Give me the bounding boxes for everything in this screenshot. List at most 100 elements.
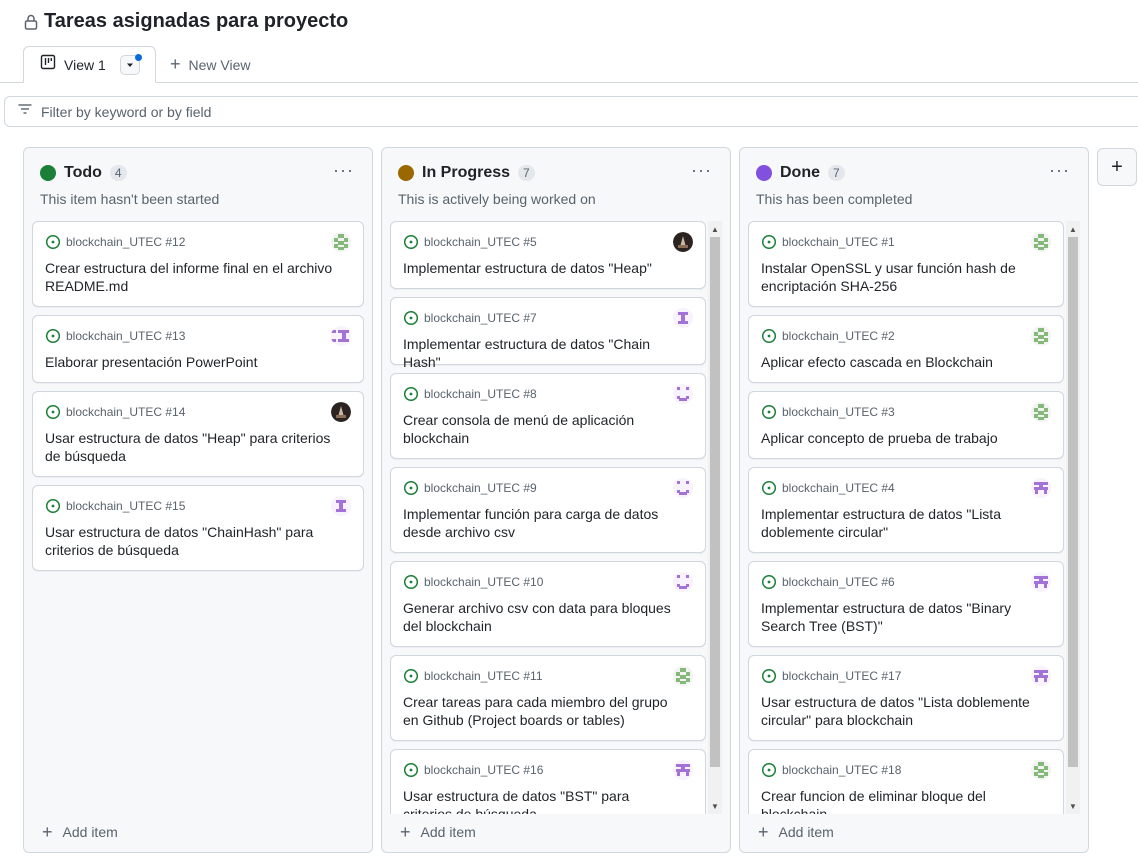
issue-title[interactable]: Usar estructura de datos "ChainHash" par… <box>45 523 339 559</box>
card-meta: blockchain_UTEC #9 <box>403 480 537 496</box>
issue-reference[interactable]: blockchain_UTEC #1 <box>782 235 895 249</box>
issue-card[interactable]: blockchain_UTEC #4 Implementar estructura… <box>748 467 1064 553</box>
assignee-avatar[interactable] <box>331 232 351 252</box>
issue-card[interactable]: blockchain_UTEC #11 Crear tareas para cad… <box>390 655 706 741</box>
issue-reference[interactable]: blockchain_UTEC #8 <box>424 387 537 401</box>
issue-title[interactable]: Instalar OpenSSL y usar función hash de … <box>761 259 1039 295</box>
issue-card[interactable]: blockchain_UTEC #12 Crear estructura del … <box>32 221 364 307</box>
issue-card[interactable]: blockchain_UTEC #16 Usar estructura de da… <box>390 749 706 814</box>
issue-opened-icon <box>45 498 61 514</box>
add-item-label: Add item <box>420 824 476 840</box>
filter-input[interactable] <box>41 103 641 120</box>
assignee-avatar[interactable] <box>673 308 693 328</box>
issue-reference[interactable]: blockchain_UTEC #3 <box>782 405 895 419</box>
issue-reference[interactable]: blockchain_UTEC #12 <box>66 235 185 249</box>
new-view-button[interactable]: + New View <box>170 46 251 83</box>
issue-title[interactable]: Crear funcion de eliminar bloque del blo… <box>761 787 1039 814</box>
issue-reference[interactable]: blockchain_UTEC #10 <box>424 575 543 589</box>
issue-reference[interactable]: blockchain_UTEC #7 <box>424 311 537 325</box>
issue-reference[interactable]: blockchain_UTEC #2 <box>782 329 895 343</box>
issue-reference[interactable]: blockchain_UTEC #18 <box>782 763 901 777</box>
assignee-avatar[interactable] <box>673 232 693 252</box>
card-list-scrollbar[interactable]: ▲ ▼ <box>1066 221 1080 814</box>
assignee-avatar[interactable] <box>331 402 351 422</box>
issue-reference[interactable]: blockchain_UTEC #9 <box>424 481 537 495</box>
issue-card[interactable]: blockchain_UTEC #6 Implementar estructura… <box>748 561 1064 647</box>
issue-reference[interactable]: blockchain_UTEC #6 <box>782 575 895 589</box>
issue-card[interactable]: blockchain_UTEC #9 Implementar función pa… <box>390 467 706 553</box>
issue-title[interactable]: Elaborar presentación PowerPoint <box>45 353 339 371</box>
add-item-button[interactable]: + Add item <box>400 823 476 841</box>
issue-reference[interactable]: blockchain_UTEC #5 <box>424 235 537 249</box>
issue-title[interactable]: Implementar función para carga de datos … <box>403 505 681 541</box>
scroll-up-arrow-icon[interactable]: ▲ <box>708 223 722 235</box>
assignee-avatar[interactable] <box>331 326 351 346</box>
issue-title[interactable]: Crear tareas para cada miembro del grupo… <box>403 693 681 729</box>
issue-title[interactable]: Generar archivo csv con data para bloque… <box>403 599 681 635</box>
issue-card[interactable]: blockchain_UTEC #15 Usar estructura de da… <box>32 485 364 571</box>
issue-title[interactable]: Implementar estructura de datos "Binary … <box>761 599 1039 635</box>
assignee-avatar[interactable] <box>1031 402 1051 422</box>
scroll-down-arrow-icon[interactable]: ▼ <box>1066 800 1080 812</box>
column-menu-button[interactable]: ··· <box>1049 160 1070 181</box>
tab-view-1[interactable]: View 1 <box>23 46 156 83</box>
scrollbar-thumb[interactable] <box>1068 237 1078 767</box>
issue-reference[interactable]: blockchain_UTEC #11 <box>424 669 543 683</box>
scroll-up-arrow-icon[interactable]: ▲ <box>1066 223 1080 235</box>
card-list: blockchain_UTEC #1 Instalar OpenSSL y usa… <box>748 221 1064 814</box>
assignee-avatar[interactable] <box>673 572 693 592</box>
assignee-avatar[interactable] <box>1031 478 1051 498</box>
add-item-button[interactable]: + Add item <box>42 823 118 841</box>
assignee-avatar[interactable] <box>1031 326 1051 346</box>
issue-card[interactable]: blockchain_UTEC #8 Crear consola de menú … <box>390 373 706 459</box>
issue-reference[interactable]: blockchain_UTEC #16 <box>424 763 543 777</box>
issue-reference[interactable]: blockchain_UTEC #15 <box>66 499 185 513</box>
add-column-button[interactable]: + <box>1097 148 1137 186</box>
issue-title[interactable]: Implementar estructura de datos "Heap" <box>403 259 681 277</box>
assignee-avatar[interactable] <box>673 384 693 404</box>
column-description: This is actively being worked on <box>398 191 596 207</box>
issue-card[interactable]: blockchain_UTEC #17 Usar estructura de da… <box>748 655 1064 741</box>
add-item-button[interactable]: + Add item <box>758 823 834 841</box>
issue-reference[interactable]: blockchain_UTEC #17 <box>782 669 901 683</box>
column-menu-button[interactable]: ··· <box>333 160 354 181</box>
issue-title[interactable]: Implementar estructura de datos "Chain H… <box>403 335 681 371</box>
issue-card[interactable]: blockchain_UTEC #10 Generar archivo csv c… <box>390 561 706 647</box>
issue-card[interactable]: blockchain_UTEC #18 Crear funcion de elim… <box>748 749 1064 814</box>
issue-title[interactable]: Usar estructura de datos "Lista doblemen… <box>761 693 1039 729</box>
issue-title[interactable]: Implementar estructura de datos "Lista d… <box>761 505 1039 541</box>
issue-card[interactable]: blockchain_UTEC #3 Aplicar concepto de pr… <box>748 391 1064 459</box>
issue-card[interactable]: blockchain_UTEC #14 Usar estructura de da… <box>32 391 364 477</box>
issue-title[interactable]: Aplicar concepto de prueba de trabajo <box>761 429 1039 447</box>
card-list-scrollbar[interactable]: ▲ ▼ <box>708 221 722 814</box>
assignee-avatar[interactable] <box>1031 232 1051 252</box>
issue-card[interactable]: blockchain_UTEC #13 Elaborar presentación… <box>32 315 364 383</box>
card-meta: blockchain_UTEC #7 <box>403 310 537 326</box>
issue-reference[interactable]: blockchain_UTEC #14 <box>66 405 185 419</box>
filter-bar[interactable] <box>4 96 1138 127</box>
scrollbar-thumb[interactable] <box>710 237 720 767</box>
issue-title[interactable]: Usar estructura de datos "BST" para crit… <box>403 787 681 814</box>
issue-opened-icon <box>403 480 419 496</box>
scroll-down-arrow-icon[interactable]: ▼ <box>708 800 722 812</box>
assignee-avatar[interactable] <box>673 666 693 686</box>
issue-title[interactable]: Crear consola de menú de aplicación bloc… <box>403 411 681 447</box>
issue-reference[interactable]: blockchain_UTEC #4 <box>782 481 895 495</box>
assignee-avatar[interactable] <box>331 496 351 516</box>
column-menu-button[interactable]: ··· <box>691 160 712 181</box>
assignee-avatar[interactable] <box>673 760 693 780</box>
assignee-avatar[interactable] <box>1031 572 1051 592</box>
issue-card[interactable]: blockchain_UTEC #7 Implementar estructura… <box>390 297 706 370</box>
issue-title[interactable]: Usar estructura de datos "Heap" para cri… <box>45 429 339 465</box>
issue-title[interactable]: Aplicar efecto cascada en Blockchain <box>761 353 1039 371</box>
card-list: blockchain_UTEC #12 Crear estructura del … <box>32 221 364 814</box>
issue-opened-icon <box>403 234 419 250</box>
issue-title[interactable]: Crear estructura del informe final en el… <box>45 259 339 295</box>
issue-card[interactable]: blockchain_UTEC #1 Instalar OpenSSL y usa… <box>748 221 1064 307</box>
assignee-avatar[interactable] <box>1031 760 1051 780</box>
issue-card[interactable]: blockchain_UTEC #2 Aplicar efecto cascada… <box>748 315 1064 383</box>
issue-card[interactable]: blockchain_UTEC #5 Implementar estructura… <box>390 221 706 289</box>
assignee-avatar[interactable] <box>1031 666 1051 686</box>
assignee-avatar[interactable] <box>673 478 693 498</box>
issue-reference[interactable]: blockchain_UTEC #13 <box>66 329 185 343</box>
